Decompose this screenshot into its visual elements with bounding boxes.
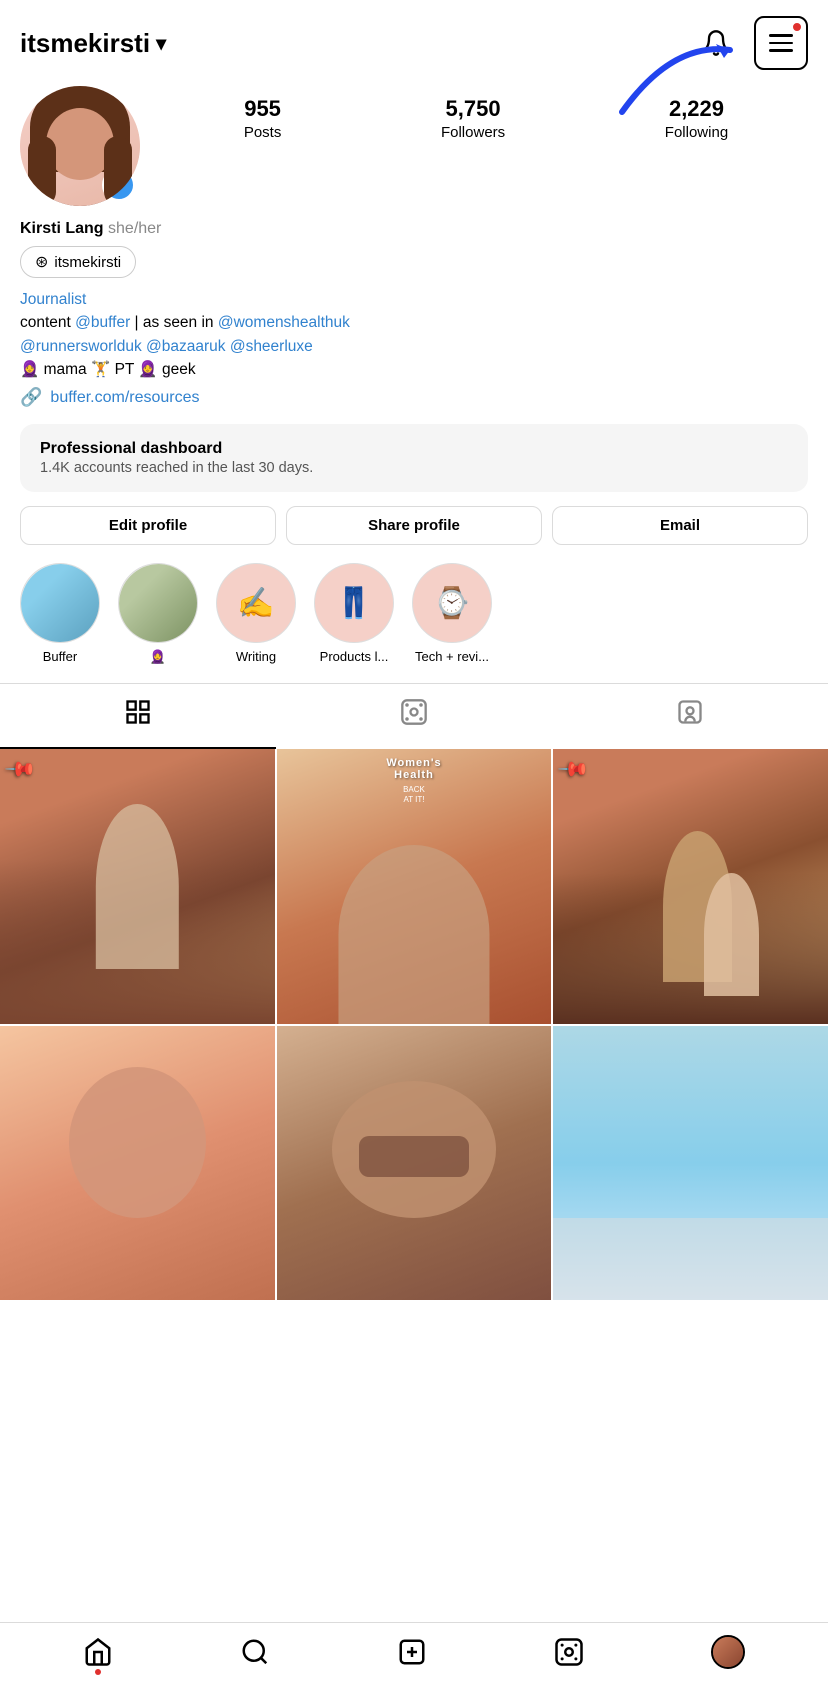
- header: itsmekirsti ▾: [0, 0, 828, 78]
- tech-icon: ⌚: [433, 586, 470, 621]
- display-name: Kirsti Lang: [20, 220, 104, 237]
- grid-icon: [124, 698, 152, 733]
- posts-label: Posts: [244, 124, 282, 141]
- grid-cell-2[interactable]: 📌 ⧉ Women'sHealth BACKAT IT!: [277, 749, 552, 1024]
- tagged-icon: [676, 698, 704, 733]
- website-link[interactable]: buffer.com/resources: [50, 389, 199, 407]
- pin-icon-3: 📌: [556, 752, 591, 787]
- nav-profile[interactable]: [711, 1635, 745, 1669]
- bazaar-link[interactable]: @bazaaruk: [146, 338, 226, 355]
- username-display[interactable]: itsmekirsti ▾: [20, 28, 166, 59]
- menu-button[interactable]: [754, 16, 808, 70]
- reels-icon: [400, 698, 428, 733]
- edit-profile-button[interactable]: Edit profile: [20, 506, 276, 545]
- profile-avatar-nav: [711, 1635, 745, 1669]
- highlight-tech[interactable]: ⌚ Tech + revi...: [412, 563, 492, 665]
- username-text: itsmekirsti: [20, 28, 150, 59]
- highlight-circle-buffer: [20, 563, 100, 643]
- action-buttons: Edit profile Share profile Email: [0, 492, 828, 545]
- followers-count: 5,750: [446, 96, 501, 122]
- create-icon: [397, 1637, 427, 1667]
- content-tabs: [0, 683, 828, 749]
- email-button[interactable]: Email: [552, 506, 808, 545]
- reels-nav-icon: [554, 1637, 584, 1667]
- bio-text: Journalist content @buffer | as seen in …: [20, 288, 808, 381]
- tab-tagged[interactable]: [552, 684, 828, 749]
- home-icon: [83, 1637, 113, 1667]
- following-stat[interactable]: 2,229 Following: [665, 96, 728, 141]
- tab-grid[interactable]: [0, 684, 276, 749]
- header-icons: [694, 16, 808, 70]
- threads-handle: itsmekirsti: [54, 254, 121, 271]
- following-count: 2,229: [669, 96, 724, 122]
- link-icon: 🔗: [20, 387, 42, 408]
- highlight-emoji[interactable]: 🧕: [118, 563, 198, 665]
- photo-grid: 📌 📌 ⧉ Women'sHealth BACKAT IT! 📌 ▶: [0, 749, 828, 1300]
- threads-badge[interactable]: ⊛ itsmekirsti: [20, 246, 136, 278]
- following-label: Following: [665, 124, 728, 141]
- highlights-row: Buffer 🧕 ✍️ Writing 👖 Products l... ⌚ Te…: [0, 545, 828, 665]
- avatar: [20, 86, 140, 206]
- grid-cell-5[interactable]: [277, 1026, 552, 1301]
- womenshealth-link[interactable]: @womenshealthuk: [218, 314, 350, 331]
- writing-icon: ✍️: [237, 586, 274, 621]
- nav-create[interactable]: [397, 1637, 427, 1667]
- grid-cell-4[interactable]: ▶: [0, 1026, 275, 1301]
- notification-dot: [792, 22, 802, 32]
- bio-name-row: Kirsti Lang she/her: [20, 220, 808, 238]
- professional-dashboard-card[interactable]: Professional dashboard 1.4K accounts rea…: [20, 424, 808, 492]
- dashboard-title: Professional dashboard: [40, 440, 788, 458]
- bio-line3: @runnersworlduk @bazaaruk @sheerluxe: [20, 338, 313, 355]
- search-icon: [240, 1637, 270, 1667]
- bio-section: Kirsti Lang she/her ⊛ itsmekirsti Journa…: [0, 206, 828, 408]
- grid-cell-6[interactable]: [553, 1026, 828, 1301]
- bio-link-row: 🔗 buffer.com/resources: [20, 387, 808, 408]
- bio-line2: content @buffer | as seen in @womensheal…: [20, 314, 350, 331]
- threads-icon: ⊛: [35, 252, 48, 272]
- pin-icon-1: 📌: [3, 752, 38, 787]
- nav-home[interactable]: [83, 1637, 113, 1667]
- highlight-label-products: Products l...: [320, 649, 389, 664]
- followers-stat[interactable]: 5,750 Followers: [441, 96, 505, 141]
- posts-stat[interactable]: 955 Posts: [244, 96, 282, 141]
- profile-section: + 955 Posts 5,750 Followers 2,229 Follow…: [0, 78, 828, 206]
- grid-cell-1[interactable]: 📌: [0, 749, 275, 1024]
- bio-pronoun: she/her: [108, 220, 161, 237]
- buffer-link[interactable]: @buffer: [75, 314, 130, 331]
- highlight-circle-writing: ✍️: [216, 563, 296, 643]
- hamburger-icon: [769, 34, 793, 52]
- share-profile-button[interactable]: Share profile: [286, 506, 542, 545]
- highlight-circle-emoji: [118, 563, 198, 643]
- dashboard-subtitle: 1.4K accounts reached in the last 30 day…: [40, 460, 788, 476]
- highlight-label-tech: Tech + revi...: [415, 649, 489, 664]
- highlight-writing[interactable]: ✍️ Writing: [216, 563, 296, 665]
- highlight-circle-products: 👖: [314, 563, 394, 643]
- sheerluxe-link[interactable]: @sheerluxe: [230, 338, 313, 355]
- products-icon: 👖: [335, 586, 372, 621]
- nav-reels[interactable]: [554, 1637, 584, 1667]
- bio-journalist-link[interactable]: Journalist: [20, 288, 808, 311]
- highlight-products[interactable]: 👖 Products l...: [314, 563, 394, 665]
- highlight-label-writing: Writing: [236, 649, 276, 664]
- highlight-label-buffer: Buffer: [43, 649, 77, 664]
- avatar-wrap[interactable]: +: [20, 86, 140, 206]
- chevron-down-icon: ▾: [156, 31, 166, 56]
- home-active-dot: [95, 1669, 101, 1675]
- tab-reels[interactable]: [276, 684, 552, 749]
- nav-search[interactable]: [240, 1637, 270, 1667]
- posts-count: 955: [244, 96, 281, 122]
- runners-link[interactable]: @runnersworlduk: [20, 338, 142, 355]
- notification-button[interactable]: [694, 21, 738, 65]
- highlight-circle-tech: ⌚: [412, 563, 492, 643]
- grid-cell-3[interactable]: 📌: [553, 749, 828, 1024]
- bottom-nav: [0, 1622, 828, 1693]
- stats-row: 955 Posts 5,750 Followers 2,229 Followin…: [164, 86, 808, 141]
- highlight-label-emoji: 🧕: [150, 649, 166, 665]
- bio-line4: 🧕 mama 🏋️ PT 🧕 geek: [20, 361, 196, 378]
- highlight-buffer[interactable]: Buffer: [20, 563, 100, 665]
- followers-label: Followers: [441, 124, 505, 141]
